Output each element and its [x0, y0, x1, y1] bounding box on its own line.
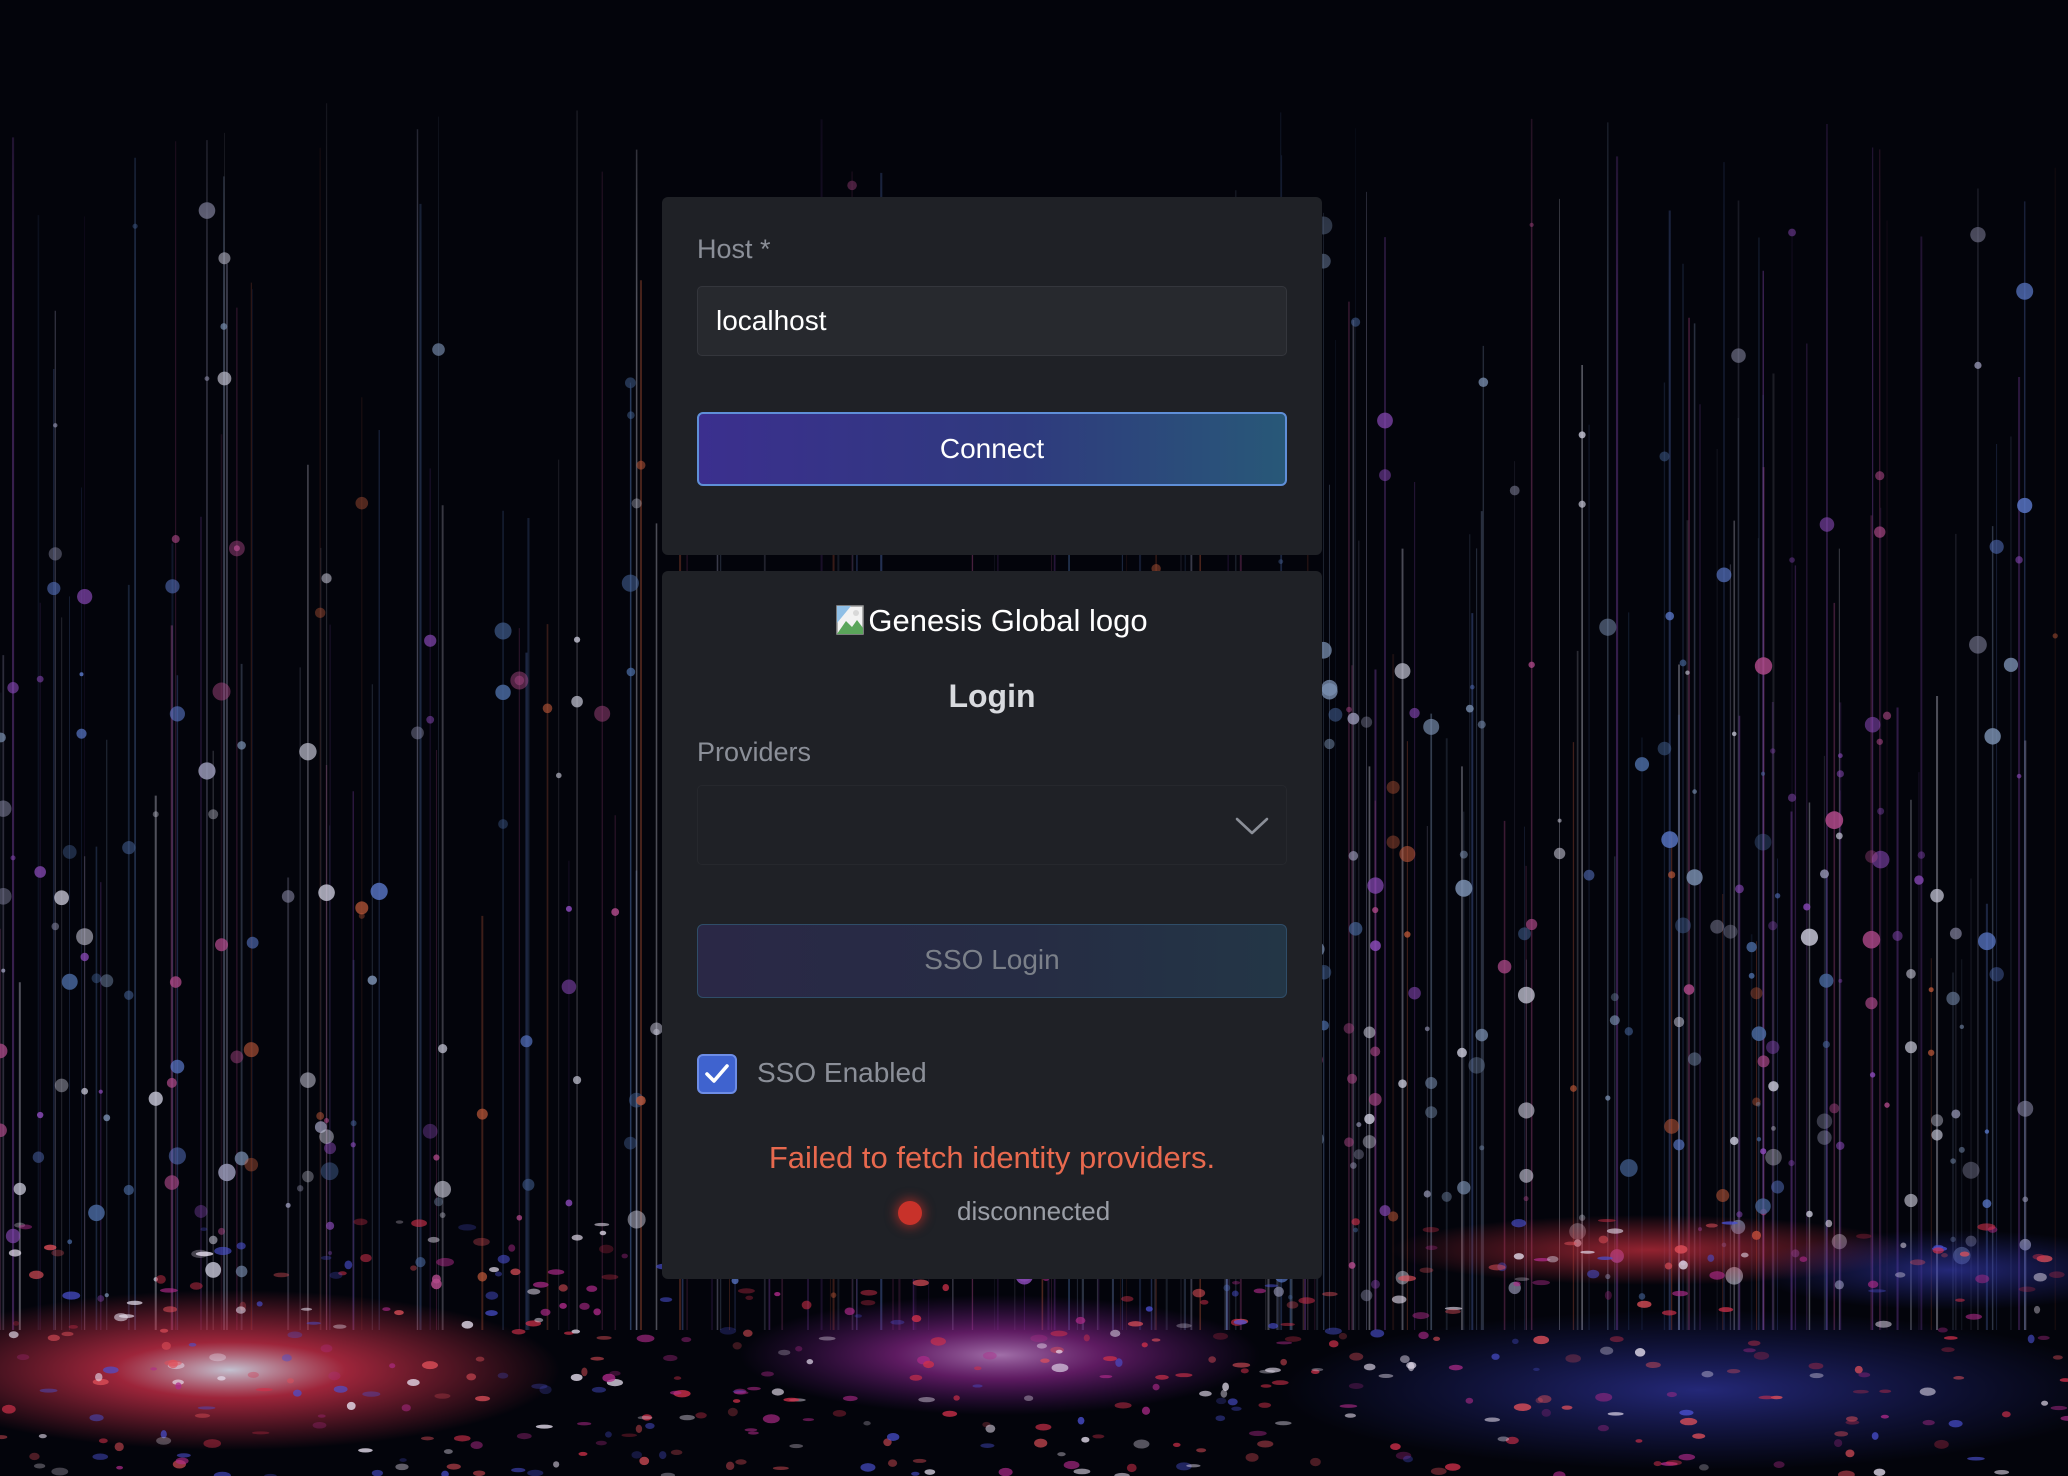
connection-status: disconnected — [662, 1193, 1322, 1229]
company-logo: Genesis Global logo — [662, 601, 1322, 641]
sso-enabled-checkbox[interactable] — [697, 1054, 737, 1094]
broken-image-icon — [836, 605, 865, 635]
host-connect-panel: Host * localhost Connect — [662, 197, 1322, 555]
connect-button[interactable]: Connect — [697, 412, 1287, 486]
sso-login-button[interactable]: SSO Login — [697, 924, 1287, 998]
host-label: Host * — [697, 234, 771, 264]
providers-label: Providers — [697, 737, 812, 767]
connection-status-text: disconnected — [957, 1196, 1111, 1226]
checkmark-icon — [705, 1064, 729, 1083]
providers-select[interactable] — [697, 785, 1287, 865]
sso-enabled-label: SSO Enabled — [757, 1057, 927, 1088]
logo-alt-text: Genesis Global logo — [868, 603, 1148, 638]
login-title: Login — [948, 678, 1036, 714]
status-dot-icon — [898, 1201, 922, 1225]
login-panel: Genesis Global logo Login Providers SSO … — [662, 571, 1322, 1279]
host-input[interactable]: localhost — [697, 286, 1287, 356]
error-message: Failed to fetch identity providers. — [768, 1140, 1216, 1175]
chevron-down-icon[interactable] — [1234, 810, 1270, 840]
